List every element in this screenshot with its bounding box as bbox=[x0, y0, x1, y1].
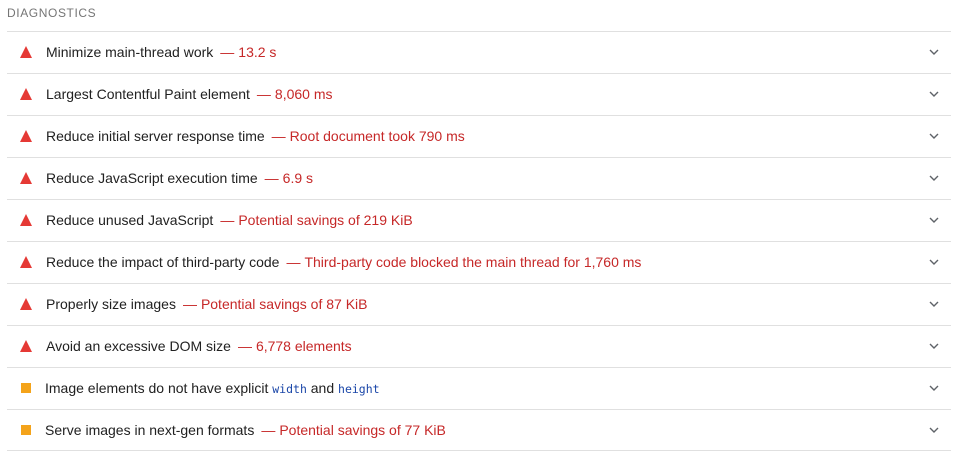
audit-text: Largest Contentful Paint element —8,060 m… bbox=[46, 74, 333, 115]
audit-row-reduce-unused-javascript[interactable]: Reduce unused JavaScript — Potential savin… bbox=[7, 199, 951, 241]
audit-text: Reduce the impact of third-party code — Th… bbox=[46, 242, 641, 283]
orange-square-average-icon bbox=[21, 383, 31, 393]
audit-title: Minimize main-thread work bbox=[46, 44, 214, 60]
chevron-down-icon[interactable] bbox=[929, 132, 939, 140]
audit-separator: — bbox=[220, 212, 235, 228]
audit-text: Properly size images — Potential savings o… bbox=[46, 284, 367, 325]
audit-display-value: 8,060 ms bbox=[274, 86, 333, 102]
audit-separator: — bbox=[271, 128, 286, 144]
audit-separator: — bbox=[182, 296, 197, 312]
red-triangle-fail-icon bbox=[20, 88, 32, 100]
audit-display-value: Third-party code blocked the main thread… bbox=[304, 254, 642, 270]
audit-row-reduce-js-execution-time[interactable]: Reduce JavaScript execution time —6.9 s bbox=[7, 157, 951, 199]
audit-title-before: Image elements do not have explicit bbox=[45, 380, 273, 396]
chevron-down-icon[interactable] bbox=[929, 174, 939, 182]
chevron-down-icon[interactable] bbox=[929, 90, 939, 98]
audit-text: Reduce unused JavaScript — Potential savin… bbox=[46, 200, 413, 241]
red-triangle-fail-icon bbox=[20, 340, 32, 352]
chevron-down-icon[interactable] bbox=[929, 48, 939, 56]
audit-separator: — bbox=[237, 338, 252, 354]
audit-text: Serve images in next-gen formats — Potenti… bbox=[45, 410, 446, 451]
chevron-down-icon[interactable] bbox=[929, 384, 939, 392]
audit-display-value: Root document took 790 ms bbox=[289, 128, 465, 144]
chevron-down-icon[interactable] bbox=[929, 342, 939, 350]
audit-display-value: 13.2 s bbox=[238, 44, 277, 60]
audit-title: Reduce JavaScript execution time bbox=[46, 170, 258, 186]
audit-separator: — bbox=[256, 86, 271, 102]
audit-title: Avoid an excessive DOM size bbox=[46, 338, 231, 354]
red-triangle-fail-icon bbox=[20, 298, 32, 310]
audit-row-largest-contentful-paint-element[interactable]: Largest Contentful Paint element —8,060 m… bbox=[7, 73, 951, 115]
audit-title: Reduce unused JavaScript bbox=[46, 212, 214, 228]
chevron-down-icon[interactable] bbox=[929, 216, 939, 224]
audit-title-middle: and bbox=[306, 380, 339, 396]
audit-title: Reduce initial server response time bbox=[46, 128, 265, 144]
red-triangle-fail-icon bbox=[20, 130, 32, 142]
audit-display-value: Potential savings of 87 KiB bbox=[200, 296, 368, 312]
chevron-down-icon[interactable] bbox=[929, 258, 939, 266]
audit-row-minimize-main-thread-work[interactable]: Minimize main-thread work —13.2 s bbox=[7, 31, 951, 73]
audit-text: Minimize main-thread work —13.2 s bbox=[46, 32, 276, 73]
audit-separator: — bbox=[261, 422, 276, 438]
audit-separator: — bbox=[286, 254, 301, 270]
audit-display-value: 6.9 s bbox=[282, 170, 314, 186]
audit-text: Reduce initial server response time — Root… bbox=[46, 116, 465, 157]
code-width: width bbox=[272, 382, 307, 396]
audit-title: Serve images in next-gen formats bbox=[45, 422, 255, 438]
chevron-down-icon[interactable] bbox=[929, 300, 939, 308]
red-triangle-fail-icon bbox=[20, 256, 32, 268]
red-triangle-fail-icon bbox=[20, 172, 32, 184]
audit-title: Largest Contentful Paint element bbox=[46, 86, 250, 102]
audit-text: Reduce JavaScript execution time —6.9 s bbox=[46, 158, 313, 199]
chevron-down-icon[interactable] bbox=[929, 426, 939, 434]
section-title: DIAGNOSTICS bbox=[7, 6, 97, 20]
audit-display-value: Potential savings of 77 KiB bbox=[279, 422, 446, 438]
audit-display-value: Potential savings of 219 KiB bbox=[238, 212, 413, 228]
orange-square-average-icon bbox=[21, 425, 31, 435]
audit-text: Avoid an excessive DOM size —6,778 elemen… bbox=[46, 326, 352, 367]
red-triangle-fail-icon bbox=[20, 46, 32, 58]
audit-list: Minimize main-thread work —13.2 s Largest… bbox=[7, 31, 951, 451]
audit-row-properly-size-images[interactable]: Properly size images — Potential savings o… bbox=[7, 283, 951, 325]
red-triangle-fail-icon bbox=[20, 214, 32, 226]
audit-separator: — bbox=[264, 170, 279, 186]
diagnostics-panel: DIAGNOSTICS Minimize main-thread work —13… bbox=[0, 0, 955, 452]
audit-row-next-gen-formats[interactable]: Serve images in next-gen formats — Potenti… bbox=[7, 409, 951, 451]
audit-row-unsized-images[interactable]: Image elements do not have explicit widt… bbox=[7, 367, 951, 409]
audit-title: Properly size images bbox=[46, 296, 176, 312]
code-height: height bbox=[338, 382, 380, 396]
audit-row-excessive-dom-size[interactable]: Avoid an excessive DOM size —6,778 elemen… bbox=[7, 325, 951, 367]
audit-display-value: 6,778 elements bbox=[255, 338, 352, 354]
audit-title: Reduce the impact of third-party code bbox=[46, 254, 280, 270]
audit-text: Image elements do not have explicit widt… bbox=[45, 368, 380, 409]
audit-separator: — bbox=[220, 44, 235, 60]
audit-row-third-party-code[interactable]: Reduce the impact of third-party code — Th… bbox=[7, 241, 951, 283]
audit-row-reduce-server-response-time[interactable]: Reduce initial server response time — Root… bbox=[7, 115, 951, 157]
